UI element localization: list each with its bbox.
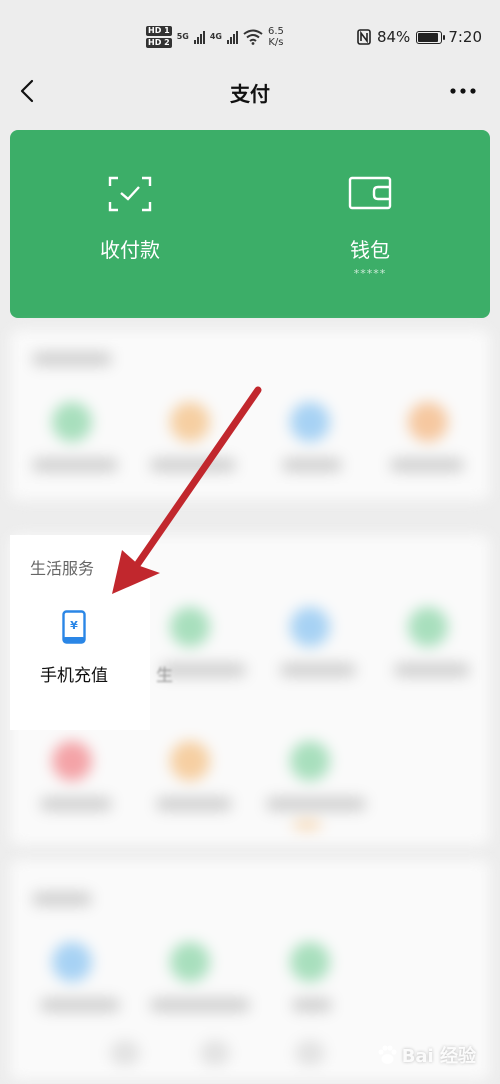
nav-bar: 支付 <box>0 66 500 116</box>
wallet-label: 钱包 <box>350 238 390 262</box>
page-title: 支付 <box>230 82 270 106</box>
wifi-icon <box>243 29 263 45</box>
next-service-peek: 生 <box>156 666 173 686</box>
watermark-text: Bai 经验 <box>401 1046 476 1067</box>
clock: 7:20 <box>448 28 482 46</box>
net1-label: 5G <box>176 32 189 41</box>
blurred-service-section <box>10 330 490 500</box>
paw-logo-icon <box>378 1045 397 1064</box>
device-status: 84% 7:20 <box>357 26 482 48</box>
receive-pay-label: 收付款 <box>100 238 160 262</box>
hd2-badge: HD 2 <box>146 38 172 48</box>
more-dots-icon[interactable] <box>448 81 478 101</box>
speed-unit: K/s <box>268 37 284 48</box>
svg-text:¥: ¥ <box>70 619 78 632</box>
battery-icon <box>416 30 446 44</box>
wallet-button[interactable]: 钱包 ***** <box>250 130 490 318</box>
mobile-recharge-icon: ¥ <box>62 610 86 644</box>
hd-indicators: HD 1 HD 2 <box>146 26 172 48</box>
speed-value: 6.5 <box>267 26 284 37</box>
wallet-icon <box>348 176 392 210</box>
baidu-watermark: Bai 经验 <box>376 1042 476 1068</box>
mobile-recharge-label: 手机充值 <box>40 666 108 686</box>
status-bar: HD 1 HD 2 5G 4G 6.5 K/s 84% 7:20 <box>0 0 500 70</box>
nfc-icon <box>357 29 371 45</box>
receive-pay-button[interactable]: 收付款 <box>10 130 250 318</box>
hd1-badge: HD 1 <box>146 26 172 36</box>
signal-bars-icon <box>193 30 205 44</box>
network-status: HD 1 HD 2 5G 4G 6.5 K/s <box>146 24 284 50</box>
net2-label: 4G <box>209 32 222 41</box>
wallet-balance: ***** <box>353 267 387 280</box>
signal-bars-icon-2 <box>226 30 238 44</box>
life-services-panel: 生活服务 ¥ 手机充值 <box>10 535 150 730</box>
wallet-card: 收付款 钱包 ***** <box>10 130 490 318</box>
life-services-title: 生活服务 <box>30 559 95 578</box>
scan-check-icon <box>108 176 152 212</box>
battery-percent: 84% <box>376 28 411 46</box>
network-speed: 6.5 K/s <box>268 26 284 48</box>
